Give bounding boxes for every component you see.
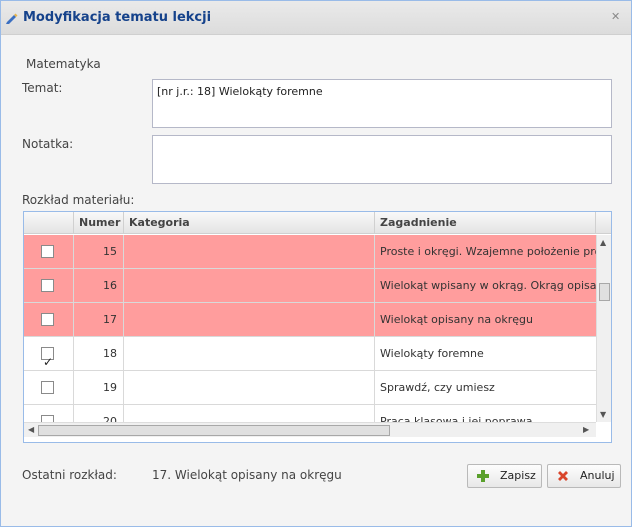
cell-topic: Praca klasowa i jej poprawa: [380, 415, 533, 422]
row-checkbox[interactable]: [41, 313, 54, 326]
cell-category: [124, 235, 375, 269]
edit-lesson-topic-dialog: Modyfikacja tematu lekcji ✕ Matematyka T…: [0, 0, 632, 527]
topic-label: Temat:: [22, 81, 63, 95]
close-icon[interactable]: ✕: [611, 11, 621, 22]
row-checkbox[interactable]: ✓: [41, 347, 54, 369]
schedule-label: Rozkład materiału:: [22, 193, 135, 207]
cancel-button-label: Anuluj: [580, 469, 615, 482]
note-field[interactable]: [152, 135, 612, 184]
checkmark-icon: ✓: [43, 355, 54, 369]
table-row[interactable]: 16 Wielokąt wpisany w okrąg. Okrąg opisa…: [24, 269, 596, 303]
cell-number: 15: [74, 235, 124, 269]
cell-topic: Proste i okręgi. Wzajemne położenie pros…: [380, 245, 596, 258]
dialog-body: Matematyka Temat: [nr j.r.: 18] Wielokąt…: [2, 36, 630, 493]
table-row[interactable]: 17 Wielokąt opisany na okręgu: [24, 303, 596, 337]
column-header-select: [24, 212, 74, 234]
dialog-titlebar: Modyfikacja tematu lekcji ✕: [1, 1, 631, 35]
horizontal-scroll-thumb[interactable]: [38, 425, 390, 436]
column-header-spacer: [596, 212, 611, 234]
cell-topic: Wielokąt opisany na okręgu: [380, 313, 533, 326]
save-button[interactable]: Zapisz: [467, 464, 542, 488]
table-row[interactable]: 19 Sprawdź, czy umiesz: [24, 371, 596, 405]
last-schedule-label: Ostatni rozkład:: [22, 468, 117, 482]
cell-number: 20: [74, 405, 124, 422]
cell-category: [124, 337, 375, 371]
cancel-x-icon: [556, 469, 570, 483]
save-button-label: Zapisz: [500, 469, 536, 482]
cell-number: 16: [74, 269, 124, 303]
cell-topic: Wielokąt wpisany w okrąg. Okrąg opisany …: [380, 279, 596, 292]
subject-label: Matematyka: [26, 57, 101, 71]
grid-header: Numer Kategoria Zagadnienie: [24, 212, 611, 234]
row-checkbox[interactable]: [41, 245, 54, 258]
cell-topic: Wielokąty foremne: [380, 347, 484, 360]
cell-category: [124, 269, 375, 303]
dialog-title: Modyfikacja tematu lekcji: [23, 10, 212, 25]
schedule-grid: Numer Kategoria Zagadnienie 15 Proste i …: [23, 211, 612, 443]
scroll-right-icon[interactable]: ▶: [583, 425, 589, 434]
row-checkbox[interactable]: [41, 279, 54, 292]
cell-topic: Sprawdź, czy umiesz: [380, 381, 495, 394]
cell-number: 19: [74, 371, 124, 405]
topic-field[interactable]: [nr j.r.: 18] Wielokąty foremne: [152, 79, 612, 128]
row-checkbox[interactable]: [41, 381, 54, 394]
cell-number: 17: [74, 303, 124, 337]
cancel-button[interactable]: Anuluj: [547, 464, 621, 488]
table-row[interactable]: 20 Praca klasowa i jej poprawa: [24, 405, 596, 422]
cell-category: [124, 405, 375, 422]
table-row[interactable]: 15 Proste i okręgi. Wzajemne położenie p…: [24, 235, 596, 269]
scroll-left-icon[interactable]: ◀: [28, 425, 34, 434]
scroll-up-icon[interactable]: ▲: [600, 238, 606, 247]
column-header-topic[interactable]: Zagadnienie: [375, 212, 596, 234]
cell-number: 18: [74, 337, 124, 371]
row-checkbox[interactable]: [41, 415, 54, 422]
table-row[interactable]: ✓ 18 Wielokąty foremne: [24, 337, 596, 371]
pencil-icon: [5, 11, 19, 25]
last-schedule-value: 17. Wielokąt opisany na okręgu: [152, 468, 342, 482]
cell-category: [124, 371, 375, 405]
horizontal-scrollbar[interactable]: ◀ ▶: [24, 422, 596, 437]
vertical-scrollbar[interactable]: ▲ ▼: [596, 235, 611, 422]
plus-icon: [476, 469, 490, 483]
note-label: Notatka:: [22, 137, 74, 151]
column-header-number[interactable]: Numer: [74, 212, 124, 234]
scroll-down-icon[interactable]: ▼: [600, 410, 606, 419]
cell-category: [124, 303, 375, 337]
vertical-scroll-thumb[interactable]: [599, 283, 610, 301]
column-header-category[interactable]: Kategoria: [124, 212, 375, 234]
grid-rows: 15 Proste i okręgi. Wzajemne położenie p…: [24, 235, 596, 422]
